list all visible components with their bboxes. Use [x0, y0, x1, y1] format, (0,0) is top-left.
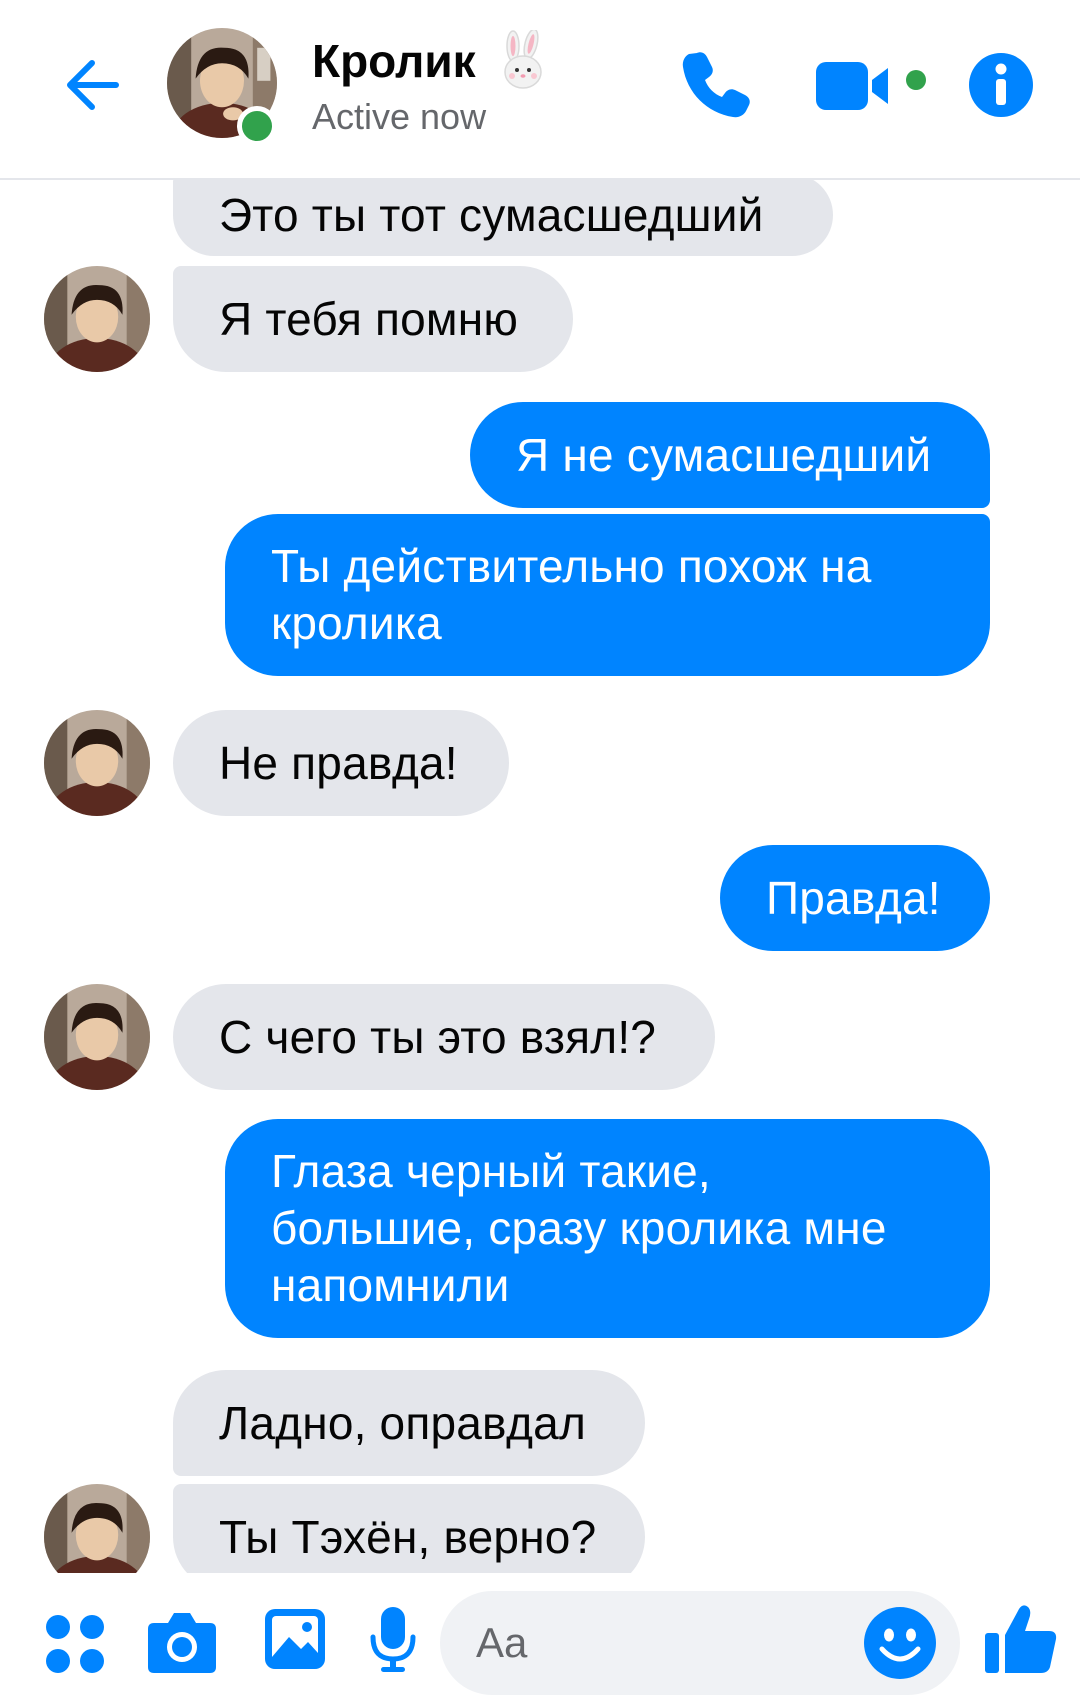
message-incoming[interactable]: Ты Тэхён, верно? [173, 1484, 645, 1573]
sender-avatar[interactable] [44, 266, 150, 372]
chat-header: Кролик Active now [0, 0, 1080, 180]
message-text: Ты действительно похож на кролика [271, 540, 872, 649]
sender-avatar[interactable] [44, 1484, 150, 1573]
online-status-dot [237, 106, 277, 146]
message-list[interactable]: Это ты тот сумасшедший Я тебя помню Я не… [0, 180, 1080, 1573]
active-status: Active now [312, 96, 487, 137]
image-icon[interactable] [263, 1607, 327, 1671]
message-composer: Aa [0, 1573, 1080, 1700]
message-text: Я не сумасшедший [516, 428, 932, 481]
camera-icon[interactable] [146, 1609, 218, 1675]
thumbs-up-icon[interactable] [983, 1601, 1059, 1677]
message-outgoing[interactable]: Правда! [720, 845, 990, 951]
contact-name[interactable]: Кролик [312, 34, 476, 88]
message-outgoing[interactable]: Ты действительно похож на кролика [225, 514, 990, 676]
message-incoming[interactable]: Я тебя помню [173, 266, 573, 372]
apps-grid-icon[interactable] [44, 1613, 106, 1675]
message-outgoing[interactable]: Глаза черный такие, большие, сразу кроли… [225, 1119, 990, 1338]
phone-icon[interactable] [675, 45, 755, 125]
message-text: Я тебя помню [219, 292, 519, 345]
message-text: Это ты тот сумасшедший [219, 188, 764, 241]
back-arrow-icon[interactable] [58, 50, 128, 120]
message-outgoing[interactable]: Я не сумасшедший [470, 402, 990, 508]
microphone-icon[interactable] [368, 1605, 418, 1675]
sender-avatar[interactable] [44, 984, 150, 1090]
message-input-placeholder: Aa [476, 1619, 528, 1666]
message-incoming[interactable]: Ладно, оправдал [173, 1370, 645, 1476]
video-camera-icon[interactable] [816, 58, 936, 114]
message-text: С чего ты это взял!? [219, 1010, 657, 1063]
message-text: Не правда! [219, 736, 458, 789]
message-incoming[interactable]: Это ты тот сумасшедший [173, 180, 833, 256]
message-input[interactable]: Aa [440, 1591, 960, 1695]
message-text: Правда! [766, 871, 941, 924]
rabbit-emoji-icon [504, 30, 542, 89]
emoji-icon[interactable] [862, 1605, 938, 1681]
sender-avatar[interactable] [44, 710, 150, 816]
message-incoming[interactable]: Не правда! [173, 710, 509, 816]
message-incoming[interactable]: С чего ты это взял!? [173, 984, 715, 1090]
message-text: Ладно, оправдал [219, 1396, 587, 1449]
message-text: Ты Тэхён, верно? [219, 1510, 597, 1563]
info-icon[interactable] [968, 52, 1034, 118]
message-text: Глаза черный такие, большие, сразу кроли… [271, 1145, 887, 1311]
